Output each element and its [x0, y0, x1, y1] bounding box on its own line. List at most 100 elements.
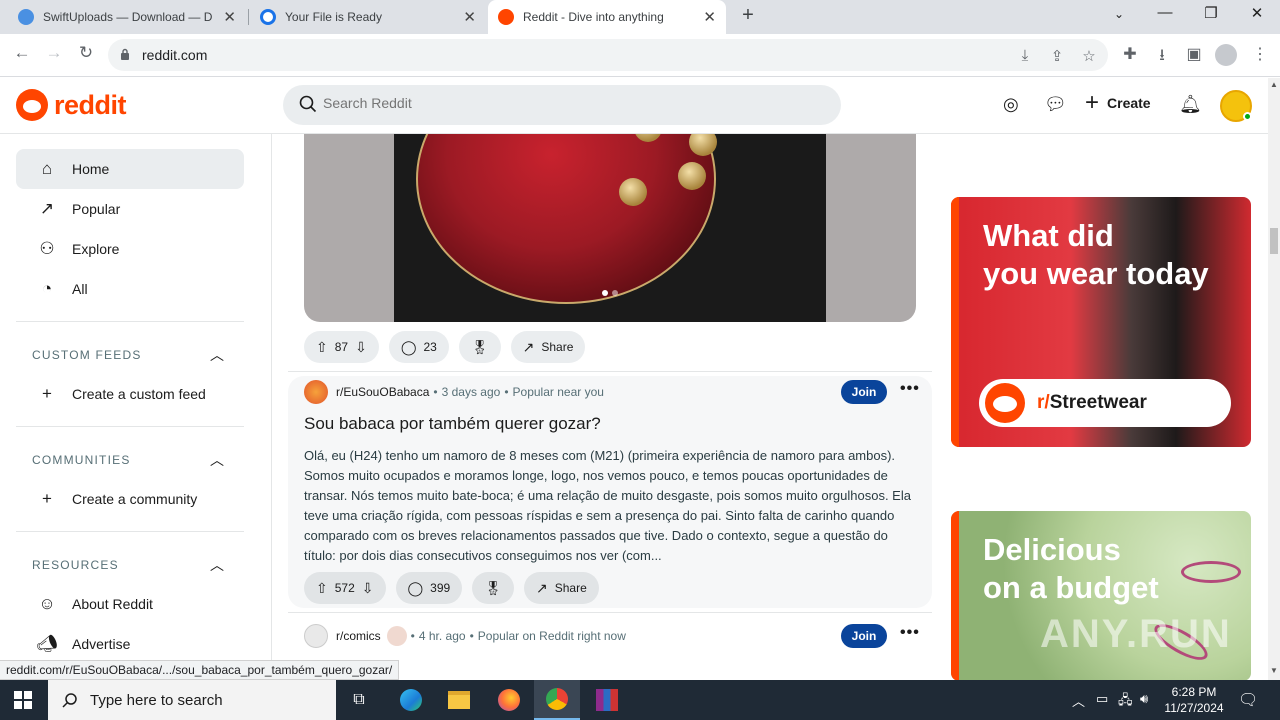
network-icon[interactable]: 🖧︎ — [1118, 691, 1133, 713]
post-card[interactable]: r/comics • 4 hr. ago • Popular on Reddit… — [288, 620, 932, 660]
custom-feeds-header[interactable]: CUSTOM FEEDS ︿ — [32, 347, 224, 363]
sidebar-item-home[interactable]: ⌂ Home — [16, 149, 244, 189]
file-explorer-icon[interactable] — [436, 680, 482, 720]
firefox-icon[interactable] — [486, 680, 532, 720]
search-input[interactable] — [323, 95, 823, 111]
close-tab-icon[interactable]: ✕ — [703, 8, 716, 26]
winrar-icon[interactable] — [584, 680, 630, 720]
windows-start-icon[interactable] — [14, 691, 32, 709]
create-button[interactable]: + Create — [1085, 91, 1151, 115]
tab-your-file[interactable]: Your File is Ready ✕ — [250, 0, 486, 34]
home-icon: ⌂ — [41, 159, 53, 178]
url-text: reddit.com — [142, 47, 208, 63]
advertise-icon[interactable]: ◎ — [1003, 94, 1019, 115]
chevron-up-icon[interactable]: ︿ — [210, 345, 225, 365]
tab-search-icon[interactable]: ⌄ — [1108, 7, 1130, 21]
search-bar[interactable] — [283, 85, 841, 125]
award-button[interactable]: 🎖︎ — [472, 572, 514, 604]
comments-button[interactable]: ◯ 23 — [388, 331, 449, 363]
system-clock[interactable]: 6:28 PM 11/27/2024 — [1164, 684, 1224, 716]
join-button[interactable]: Join — [841, 624, 887, 648]
extensions-icon[interactable]: ✚ — [1120, 44, 1140, 64]
taskbar-search-placeholder: Type here to search — [90, 691, 223, 709]
task-view-icon[interactable]: ⧉ — [336, 680, 382, 720]
side-panel-icon[interactable]: ▣ — [1184, 44, 1204, 64]
tab-reddit[interactable]: Reddit - Dive into anything ✕ — [488, 0, 726, 34]
close-tab-icon[interactable]: ✕ — [463, 8, 476, 26]
upvote-icon[interactable]: ⇧ — [316, 339, 328, 356]
new-tab-icon[interactable]: + — [738, 4, 758, 27]
tab-swiftuploads[interactable]: SwiftUploads — Download — D ✕ — [8, 0, 246, 34]
forward-icon[interactable]: → — [43, 43, 65, 63]
chevron-up-icon[interactable]: ︿ — [210, 555, 225, 575]
ad-headline-line: Delicious — [983, 532, 1121, 567]
comments-button[interactable]: ◯ 399 — [395, 572, 463, 604]
upvote-icon[interactable]: ⇧ — [316, 580, 328, 597]
downvote-icon[interactable]: ⇩ — [362, 580, 374, 597]
device-icon[interactable]: ▭ — [1096, 691, 1108, 707]
user-avatar[interactable] — [1220, 90, 1252, 122]
minimize-icon[interactable]: — — [1154, 4, 1176, 21]
share-button[interactable]: ↗ Share — [510, 331, 586, 363]
chat-icon[interactable]: 💬︎ — [1044, 94, 1067, 115]
notification-center-icon[interactable]: 🗨︎ — [1238, 690, 1258, 710]
subreddit-avatar[interactable] — [304, 380, 328, 404]
share-page-icon[interactable]: ⇪ — [1048, 47, 1066, 65]
sidebar-item-label: Create a community — [72, 491, 198, 507]
post-body[interactable]: Olá, eu (H24) tenho um namoro de 8 meses… — [304, 446, 920, 566]
reddit-logo[interactable]: reddit — [16, 89, 127, 121]
sidebar-item-all[interactable]: ◔ All — [16, 269, 244, 309]
more-options-icon[interactable]: ••• — [900, 624, 920, 642]
reload-icon[interactable]: ↻ — [75, 43, 97, 63]
scroll-thumb[interactable] — [1270, 228, 1278, 254]
advertise-item[interactable]: 📣︎ Advertise — [16, 624, 244, 660]
sidebar-item-explore[interactable]: ⚇ Explore — [16, 229, 244, 269]
create-custom-feed-item[interactable]: + Create a custom feed — [16, 374, 244, 414]
explore-icon: ⚇ — [39, 239, 55, 258]
notifications-bell-icon[interactable]: 🔔︎ — [1179, 94, 1202, 115]
bookmark-star-icon[interactable]: ☆ — [1080, 47, 1098, 65]
megaphone-icon: 📣︎ — [36, 634, 58, 653]
create-community-item[interactable]: + Create a community — [16, 479, 244, 519]
downloads-icon[interactable]: ⭳ — [1152, 44, 1172, 71]
back-icon[interactable]: ← — [11, 43, 33, 63]
restore-icon[interactable]: ❐ — [1200, 4, 1222, 22]
subreddit-name[interactable]: r/comics — [336, 629, 381, 643]
chrome-icon[interactable] — [534, 680, 580, 720]
about-reddit-item[interactable]: ☺ About Reddit — [16, 584, 244, 624]
profile-icon[interactable] — [1215, 44, 1237, 66]
install-app-icon[interactable]: ⤓ — [1016, 47, 1034, 64]
ad-cta-button[interactable]: r/Streetwear — [979, 379, 1231, 427]
communities-header[interactable]: COMMUNITIES ︿ — [32, 452, 224, 468]
close-tab-icon[interactable]: ✕ — [223, 8, 236, 26]
post-title[interactable]: Sou babaca por também querer gozar? — [304, 414, 601, 434]
post-title[interactable]: rity — [450, 658, 473, 660]
subreddit-avatar[interactable] — [304, 624, 328, 648]
scroll-down-icon[interactable]: ▼ — [1270, 666, 1278, 675]
join-button[interactable]: Join — [841, 380, 887, 404]
share-button[interactable]: ↗ Share — [523, 572, 599, 604]
share-label: Share — [554, 581, 587, 595]
more-options-icon[interactable]: ••• — [900, 380, 920, 398]
award-button[interactable]: 🎖︎ — [458, 331, 501, 363]
chevron-up-icon[interactable]: ︿ — [210, 450, 225, 470]
subreddit-name[interactable]: r/EuSouOBabaca — [336, 385, 429, 399]
downvote-icon[interactable]: ⇩ — [355, 339, 367, 356]
ad-headline: Delicious on a budget — [983, 531, 1159, 607]
address-bar[interactable]: reddit.com ⤓ ⇪ ☆ — [108, 39, 1108, 71]
volume-icon[interactable]: 🔊︎ — [1140, 691, 1148, 707]
taskbar-search[interactable]: Type here to search — [48, 680, 336, 720]
edge-icon[interactable] — [388, 680, 434, 720]
post-image-carousel[interactable] — [304, 134, 916, 322]
close-window-icon[interactable]: ✕ — [1246, 4, 1268, 22]
menu-kebab-icon[interactable]: ⋮ — [1250, 44, 1270, 64]
snoo-icon — [985, 383, 1025, 423]
scroll-up-icon[interactable]: ▲ — [1270, 80, 1278, 89]
tray-chevron-icon[interactable]: ︿ — [1072, 691, 1085, 710]
post-card[interactable]: r/EuSouOBabaca • 3 days ago • Popular ne… — [288, 376, 932, 608]
sidebar-item-popular[interactable]: ↗ Popular — [16, 189, 244, 229]
resources-header[interactable]: RESOURCES ︿ — [32, 557, 224, 573]
sidebar-item-label: Advertise — [72, 636, 131, 652]
ad-streetwear[interactable]: What did you wear today r/Streetwear — [951, 197, 1251, 447]
page-scrollbar[interactable]: ▲ ▼ — [1268, 78, 1280, 680]
